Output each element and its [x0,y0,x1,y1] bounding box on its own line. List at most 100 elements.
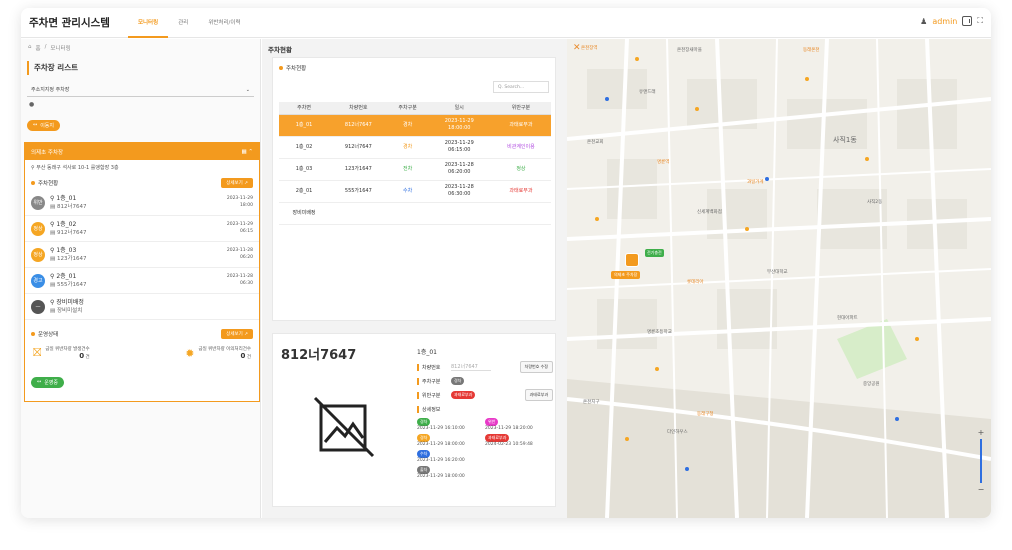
status-detail-label: 상세보기 [226,180,243,186]
cell-violation: 과태료부과 [490,180,551,203]
zoom-slider[interactable] [980,439,982,483]
lot-address-text: 부산 동래구 석사로 10-1 를앵함장 3층 [36,165,119,171]
edit-plate-button[interactable]: 차량번호 수정 [519,361,553,373]
space-item[interactable]: 위반 ⚲ 1층_01 ▤ 812너7647 2023-11-29 18:00 [25,190,259,216]
chevron-up-icon[interactable]: ⌃ [248,149,253,155]
top-bar: 주차면 관리시스템 모니터링 관리 위반처리/이력 ♟ admin ⛶ [21,8,991,38]
tab-management[interactable]: 관리 [168,8,198,38]
operating-label: 운영중 [44,379,59,386]
table-row[interactable]: 1층_02 912너7647 경차 2023-11-29 06:15:00 비관… [279,136,551,159]
space-item[interactable]: 정상 ⚲ 1층_03 ▤ 123가1647 2023-11-28 06:20 [25,242,259,268]
cell-plate: 555가1647 [329,180,388,203]
table-row[interactable]: 장비미배정 [279,202,551,225]
table-row[interactable]: 1층_03 123가1647 전차 2023-11-28 06:20:00 정상 [279,158,551,181]
history-time: 2023-11-29 18:00:00 [417,442,465,447]
map-label: 부산대학교 [767,270,788,275]
space-time: 2023-11-29 06:15 [226,222,253,234]
cell-time: 2023-11-28 06:20:00 [427,158,491,181]
cell-violation [490,202,551,225]
location-pin-icon: ⚲ [31,165,35,171]
cell-space: 2층_01 [279,180,330,203]
space-plate: ▤ 장비미설치 [50,307,83,314]
history-item: 출차 2023-11-29 18:00:00 [417,466,485,480]
status-detail-button[interactable]: 상세보기 ↗ [221,177,253,188]
parking-lot-card: 의제초 주차장 ▦ ⌃ ⚲ 부산 동래구 석사로 10-1 를앵함장 3층 주차… [24,142,260,402]
map-label: 온천장새마을 [677,48,702,53]
tab-monitoring[interactable]: 모니터링 [127,8,169,38]
cell-type [387,202,428,225]
plate-label: 차량번호 [417,363,447,371]
detail-plate: 812너7647 [281,348,357,363]
violation-count-stat: ⛝ 금일 위반차량 발생건수 0 건 [33,346,90,361]
user-name[interactable]: admin [932,17,957,26]
trash-icon[interactable]: ▦ [241,149,246,155]
left-panel: ⌂ 홈 / 모니터링 주차장 리스트 주소지지정 주차장 ⌄ ● ↔ 이동지 의… [21,39,261,518]
close-icon[interactable]: ✕ [573,43,581,53]
fullscreen-icon[interactable]: ⛶ [977,16,983,26]
home-icon[interactable]: ⌂ [28,44,32,50]
parking-type-label: 주차구분 [417,377,447,385]
map-label: 유앤드래 [639,90,656,95]
map-label: 동래구청 [697,412,714,417]
space-time: 2023-11-28 06:30 [226,274,253,286]
history-item: 경차 2023-11-29 16:10:00 [417,418,485,432]
cell-type: 경차 [387,136,428,159]
space-plate: ▤ 912너7647 [50,229,87,236]
zoom-out-button[interactable]: − [977,485,985,494]
chevron-down-icon: ⌄ [245,86,250,93]
history-label: 상세정보 [417,405,447,413]
plate-input[interactable]: 812너7647 [451,363,491,371]
parking-lot-marker-label: 의제초 주차장 [611,271,641,279]
app-title: 주차면 관리시스템 [29,17,110,29]
cell-type: 수차 [387,180,428,203]
parking-status-header: 주차현황 상세보기 ↗ [25,175,259,190]
col-plate: 차량번호 [329,102,388,115]
history-item: 위반 2023-11-29 18:20:00 [485,418,553,432]
map-label: 현대아파트 [837,316,858,321]
space-list: 위반 ⚲ 1층_01 ▤ 812너7647 2023-11-29 18:00 정상… [25,190,259,320]
history-pill: 위반 [485,418,499,426]
lot-card-header[interactable]: 의제초 주차장 ▦ ⌃ [25,143,259,160]
violation-button[interactable]: 과태료부과 [524,389,553,401]
cell-time: 2023-11-29 18:00:00 [427,114,491,137]
ops-detail-button[interactable]: 상세보기 ↗ [221,328,253,339]
space-item[interactable]: — ⚲ 장비미배정 ▤ 장비미설치 [25,294,259,320]
col-space: 주차면 [279,102,330,115]
map-label: 사직2동 [867,200,883,205]
cell-space: 1층_02 [279,136,330,159]
cell-time: 2023-11-28 06:30:00 [427,180,491,203]
map-view[interactable]: ✕ 온천장역 온천장새마을 동래온천 유앤드래 사직1동 사직2동 온천교회 명… [567,39,991,518]
zoom-control: + − [977,428,985,494]
space-name: ⚲ 2층_01 [50,272,77,280]
history-item: 수차 2023-11-29 16:20:00 [417,450,485,464]
logout-icon[interactable] [962,16,973,26]
map-label: 동래온천 [803,48,820,53]
space-item[interactable]: 정상 ⚲ 1층_02 ▤ 912너7647 2023-11-29 06:15 [25,216,259,242]
col-violation: 위반구분 [490,102,551,115]
history-row: 상세정보 [417,402,553,416]
space-item[interactable]: 경고 ⚲ 2층_01 ▤ 555가1647 2023-11-28 06:30 [25,268,259,294]
violation-pill: 과태료부과 [451,391,476,399]
zoom-in-button[interactable]: + [977,428,985,437]
space-name: ⚲ 1층_01 [50,194,77,202]
col-time: 일시 [427,102,491,115]
search-input[interactable]: Q. Search... [493,81,549,93]
tab-violation-history[interactable]: 위반처리/이력 [198,8,250,38]
lot-header-icons: ▦ ⌃ [241,149,253,155]
arrows-icon: ↔ [33,122,38,128]
map-label: 과일가게 [747,180,764,185]
parking-lot-select[interactable]: 주소지지정 주차장 ⌄ [27,83,254,97]
move-button[interactable]: ↔ 이동지 [27,119,61,131]
breadcrumb-home[interactable]: 홈 [36,44,41,52]
table-row[interactable]: 2층_01 555가1647 수차 2023-11-28 06:30:00 과태… [279,180,551,203]
cell-type: 전차 [387,158,428,181]
operating-button[interactable]: ↔ 운영중 [31,376,65,388]
map-label: 명륜초등학교 [647,330,672,335]
cell-plate: 812너7647 [329,114,388,137]
history-grid: 경차 2023-11-29 16:10:00 위반 2023-11-29 18:20… [417,418,553,480]
parking-lot-marker[interactable] [625,253,639,267]
history-pill: 과태료부과 [485,434,510,442]
table-row[interactable]: 1층_01 812너7647 경차 2023-11-29 18:00:00 과태… [279,114,551,137]
map-label: 다인하우스 [667,430,688,435]
cell-space: 장비미배정 [279,202,330,225]
